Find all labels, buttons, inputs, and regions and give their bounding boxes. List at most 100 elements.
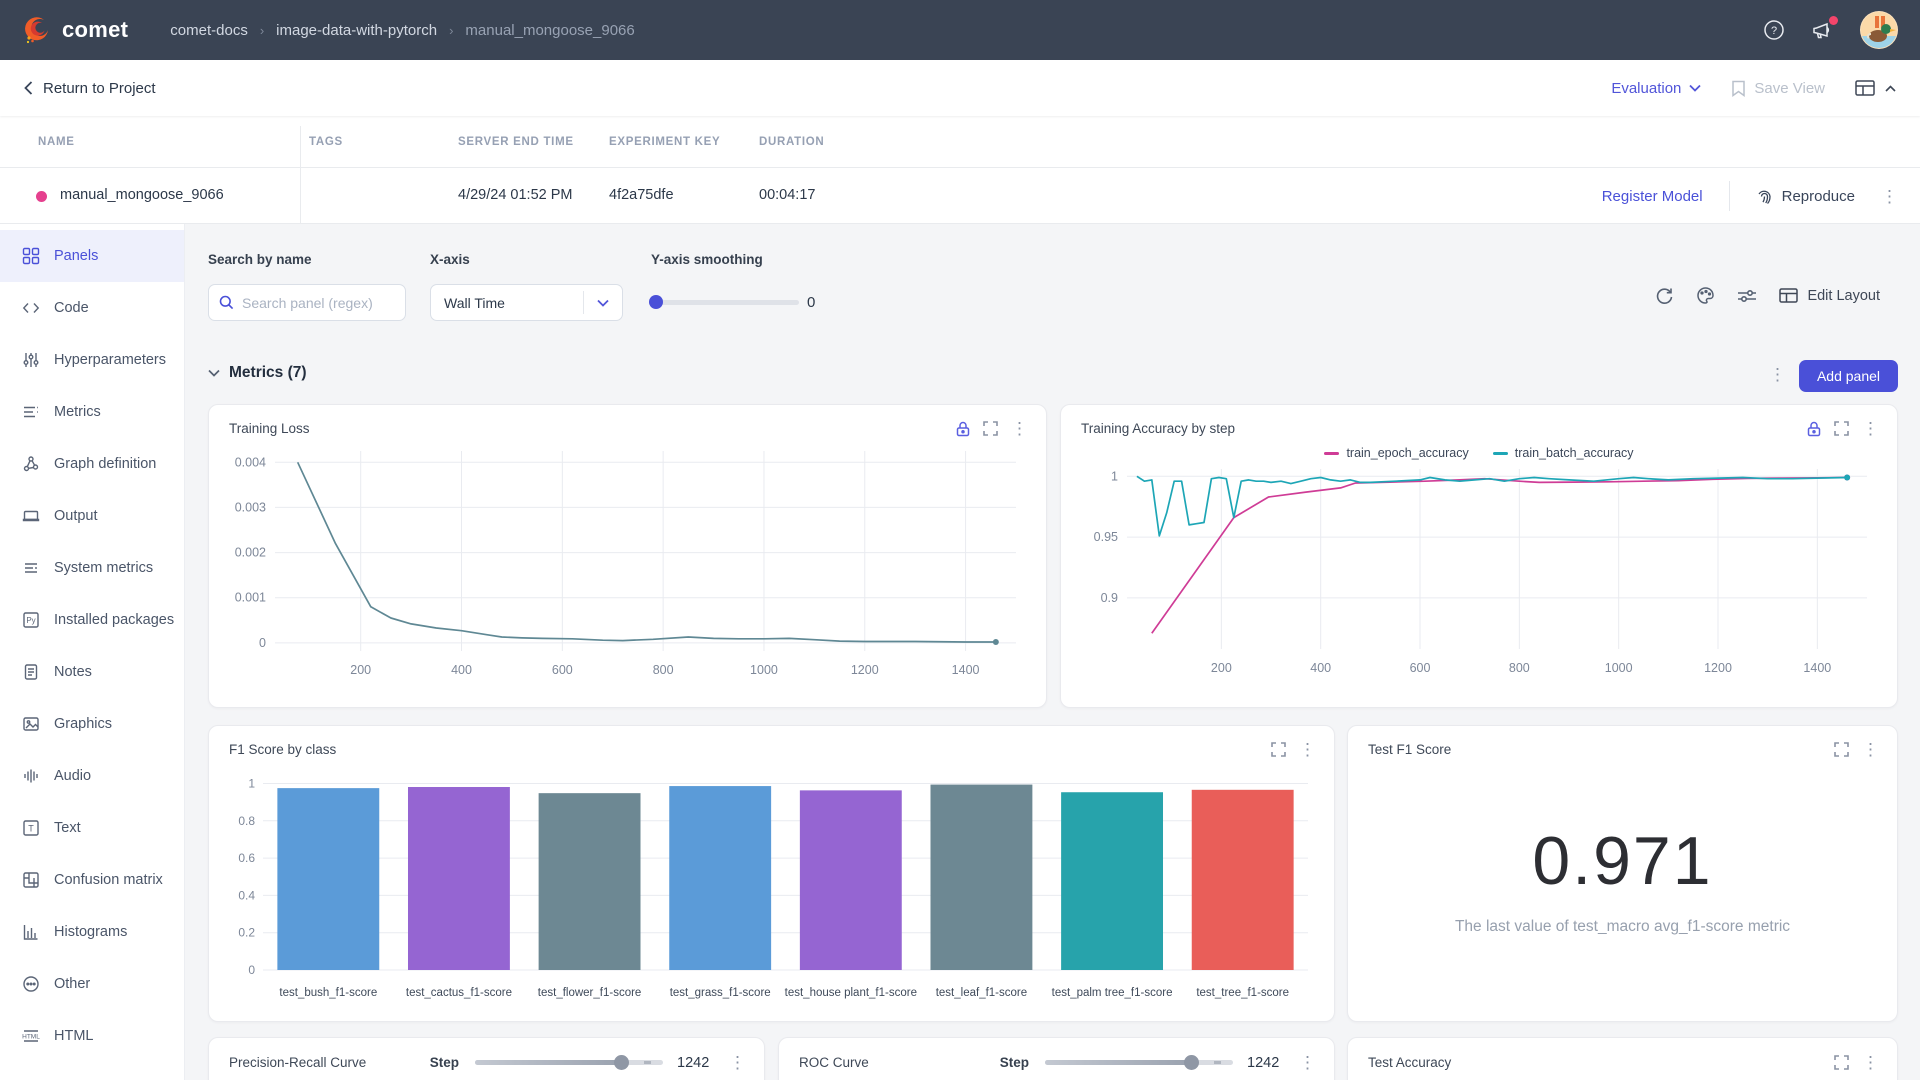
panel-kebab-menu[interactable]: ⋮ <box>729 1054 746 1071</box>
view-select-dropdown[interactable]: Evaluation <box>1611 80 1701 97</box>
sidebar-item-graphics[interactable]: Graphics <box>0 698 184 750</box>
sidebar-item-confusion-matrix[interactable]: Confusion matrix <box>0 854 184 906</box>
edit-layout-button[interactable]: Edit Layout <box>1779 288 1880 304</box>
expand-icon[interactable] <box>1834 1055 1849 1070</box>
panel-kebab-menu[interactable]: ⋮ <box>1299 1054 1316 1071</box>
step-label: Step <box>1000 1055 1029 1070</box>
announcements-icon[interactable] <box>1811 19 1834 41</box>
column-header[interactable]: NAME <box>38 136 75 148</box>
svg-text:1200: 1200 <box>851 663 879 677</box>
lock-icon[interactable] <box>956 421 970 437</box>
svg-text:0.8: 0.8 <box>238 814 255 828</box>
sidebar-item-text[interactable]: TText <box>0 802 184 854</box>
sidebar-item-label: Hyperparameters <box>54 352 166 368</box>
step-slider-handle[interactable] <box>1184 1055 1199 1070</box>
view-toolbar: Return to Project Evaluation Save View <box>0 60 1920 116</box>
svg-text:1400: 1400 <box>1803 661 1831 675</box>
help-icon[interactable]: ? <box>1763 19 1785 41</box>
chevron-down-icon <box>1689 84 1701 92</box>
panel-title: Precision-Recall Curve <box>229 1055 366 1070</box>
refresh-icon[interactable] <box>1655 286 1674 305</box>
comet-experiment-page: comet comet-docs › image-data-with-pytorch… <box>0 0 1920 1080</box>
sidebar-item-metrics[interactable]: Metrics <box>0 386 184 438</box>
expand-icon[interactable] <box>1271 742 1286 757</box>
return-to-project-button[interactable]: Return to Project <box>24 80 156 97</box>
step-slider-handle[interactable] <box>614 1055 629 1070</box>
svg-text:test_tree_f1-score: test_tree_f1-score <box>1196 987 1289 999</box>
reproduce-label: Reproduce <box>1782 188 1855 205</box>
column-header[interactable]: EXPERIMENT KEY <box>609 136 720 148</box>
sidebar-item-label: Confusion matrix <box>54 872 163 888</box>
register-model-button[interactable]: Register Model <box>1602 188 1703 205</box>
expand-icon[interactable] <box>1834 421 1849 436</box>
panel-kebab-menu[interactable]: ⋮ <box>1862 420 1879 437</box>
sidebar-item-audio[interactable]: Audio <box>0 750 184 802</box>
search-input[interactable] <box>242 295 382 311</box>
experiment-duration: 00:04:17 <box>759 187 815 203</box>
add-panel-button[interactable]: Add panel <box>1799 360 1898 392</box>
svg-text:test_flower_f1-score: test_flower_f1-score <box>538 987 642 999</box>
experiment-key-link[interactable]: 4f2a75dfe <box>609 187 674 203</box>
graph-definition-icon <box>22 455 40 473</box>
step-slider[interactable] <box>475 1060 663 1065</box>
color-palette-icon[interactable] <box>1696 286 1715 305</box>
user-avatar[interactable] <box>1860 11 1898 49</box>
legend-item[interactable]: train_batch_accuracy <box>1493 446 1634 460</box>
smoothing-value: 0 <box>807 294 815 311</box>
layout-toggle[interactable] <box>1855 80 1896 96</box>
breadcrumb-separator-icon: › <box>449 23 453 38</box>
test-f1-value: 0.971 <box>1532 822 1712 900</box>
column-header[interactable]: DURATION <box>759 136 824 148</box>
sidebar-item-histograms[interactable]: Histograms <box>0 906 184 958</box>
legend-label: train_epoch_accuracy <box>1346 446 1468 460</box>
metrics-section-toggle[interactable]: Metrics (7) <box>208 364 307 382</box>
step-slider[interactable] <box>1045 1060 1233 1065</box>
metrics-section-kebab[interactable]: ⋮ <box>1769 366 1786 383</box>
experiment-table: NAME TAGS SERVER END TIME EXPERIMENT KEY DUR… <box>0 116 1920 224</box>
sidebar-item-notes[interactable]: Notes <box>0 646 184 698</box>
sidebar-item-installed-packages[interactable]: PyInstalled packages <box>0 594 184 646</box>
breadcrumb-item[interactable]: comet-docs <box>170 22 248 39</box>
svg-text:1000: 1000 <box>1605 661 1633 675</box>
training-accuracy-chart[interactable]: 2004006008001000120014000.90.951 <box>1075 463 1885 685</box>
sidebar-item-panels[interactable]: Panels <box>0 230 184 282</box>
f1-score-bar-chart[interactable]: 00.20.40.60.81test_bush_f1-scoretest_cac… <box>223 764 1322 1012</box>
panel-search-field[interactable] <box>208 284 406 321</box>
smoothing-slider[interactable] <box>651 300 799 305</box>
panel-kebab-menu[interactable]: ⋮ <box>1011 420 1028 437</box>
experiment-name: manual_mongoose_9066 <box>60 187 224 203</box>
expand-icon[interactable] <box>983 421 998 436</box>
sidebar-item-graph-definition[interactable]: Graph definition <box>0 438 184 490</box>
comet-logo[interactable]: comet <box>22 15 128 45</box>
panel-kebab-menu[interactable]: ⋮ <box>1862 741 1879 758</box>
sidebar-item-output[interactable]: Output <box>0 490 184 542</box>
sidebar-item-code[interactable]: Code <box>0 282 184 334</box>
table-layout-icon <box>1855 80 1875 96</box>
expand-icon[interactable] <box>1834 742 1849 757</box>
sidebar-item-system-metrics[interactable]: System metrics <box>0 542 184 594</box>
breadcrumb-item[interactable]: manual_mongoose_9066 <box>465 22 634 39</box>
experiment-row[interactable]: manual_mongoose_9066 4/29/24 01:52 PM 4f… <box>0 168 1920 224</box>
training-loss-chart[interactable]: 20040060080010001200140000.0010.0020.003… <box>223 443 1034 687</box>
chevron-down-icon <box>208 369 220 377</box>
breadcrumb-item[interactable]: image-data-with-pytorch <box>276 22 437 39</box>
sidebar-item-html[interactable]: HTMLHTML <box>0 1010 184 1062</box>
sidebar-item-other[interactable]: Other <box>0 958 184 1010</box>
lock-icon[interactable] <box>1807 421 1821 437</box>
smoothing-label: Y-axis smoothing <box>651 252 763 267</box>
save-view-button[interactable]: Save View <box>1731 80 1825 97</box>
panel-kebab-menu[interactable]: ⋮ <box>1862 1054 1879 1071</box>
column-header[interactable]: TAGS <box>309 136 343 148</box>
panel-kebab-menu[interactable]: ⋮ <box>1299 741 1316 758</box>
xaxis-select[interactable]: Wall Time <box>430 284 623 321</box>
notes-icon <box>22 663 40 681</box>
row-kebab-menu[interactable]: ⋮ <box>1881 188 1898 205</box>
column-header[interactable]: SERVER END TIME <box>458 136 574 148</box>
xaxis-selected-value: Wall Time <box>431 295 583 311</box>
chart-settings-icon[interactable] <box>1737 287 1757 305</box>
sidebar-item-hyperparameters[interactable]: Hyperparameters <box>0 334 184 386</box>
smoothing-slider-handle[interactable] <box>649 295 663 309</box>
reproduce-button[interactable]: Reproduce <box>1756 188 1855 205</box>
legend-item[interactable]: train_epoch_accuracy <box>1324 446 1468 460</box>
experiment-sidebar: PanelsCode Hyperparameters MetricsGraph de… <box>0 224 185 1080</box>
